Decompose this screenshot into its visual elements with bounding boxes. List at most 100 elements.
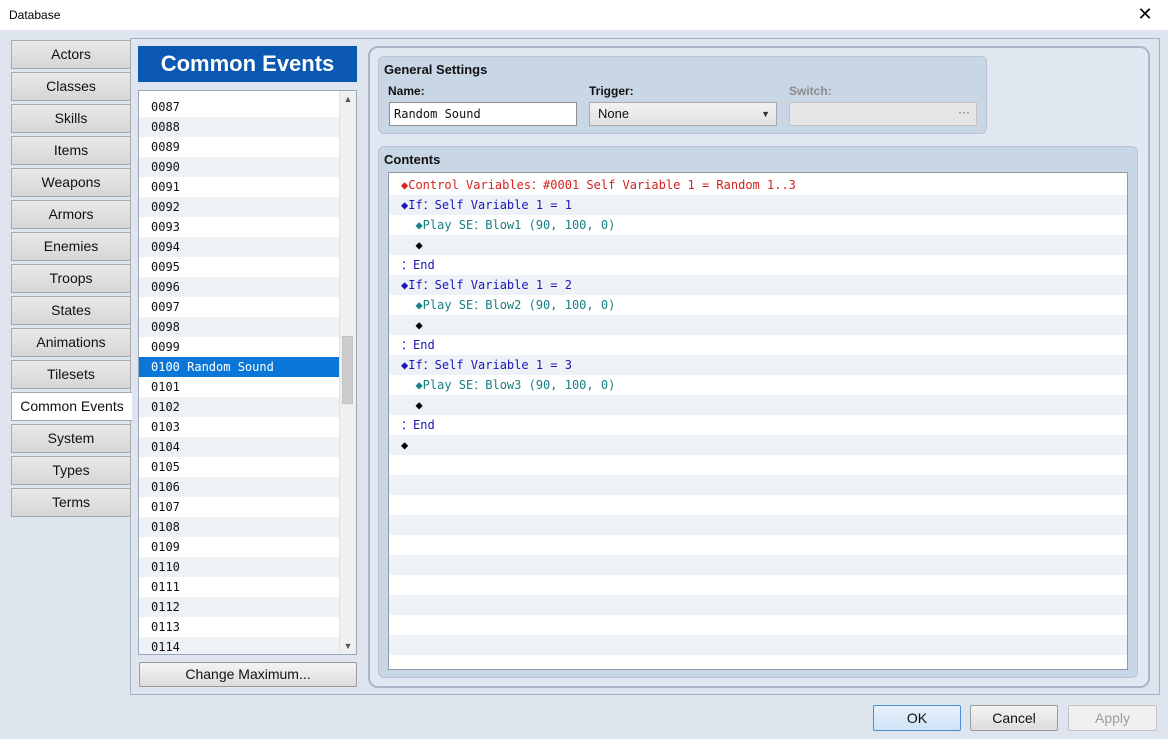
tab-actors[interactable]: Actors — [11, 40, 131, 69]
list-item[interactable]: 0091 — [139, 177, 342, 197]
list-item[interactable]: 0099 — [139, 337, 342, 357]
tab-weapons[interactable]: Weapons — [11, 168, 131, 197]
command-row[interactable] — [389, 595, 1127, 615]
tab-common-events[interactable]: Common Events — [11, 392, 132, 421]
list-item[interactable]: 0100 Random Sound — [139, 357, 342, 377]
tab-system[interactable]: System — [11, 424, 131, 453]
list-item[interactable]: 0094 — [139, 237, 342, 257]
command-row[interactable]: ◆ — [389, 435, 1127, 455]
command-list[interactable]: ◆Control Variables：#0001 Self Variable 1… — [388, 172, 1128, 670]
tab-skills[interactable]: Skills — [11, 104, 131, 133]
list-item[interactable]: 0104 — [139, 437, 342, 457]
command-row[interactable] — [389, 655, 1127, 669]
tab-terms[interactable]: Terms — [11, 488, 131, 517]
command-row[interactable]: ◆Play SE：Blow3 (90, 100, 0) — [389, 375, 1127, 395]
command-text: ：End — [401, 338, 435, 352]
list-item[interactable]: 0096 — [139, 277, 342, 297]
command-row[interactable]: ：End — [389, 255, 1127, 275]
command-text: ◆Control Variables：#0001 Self Variable 1… — [401, 178, 796, 192]
list-item[interactable]: 0105 — [139, 457, 342, 477]
list-header: Common Events — [138, 46, 357, 82]
tab-animations[interactable]: Animations — [11, 328, 131, 357]
list-item[interactable]: 0110 — [139, 557, 342, 577]
name-field[interactable]: Random Sound — [389, 102, 577, 126]
cancel-button[interactable]: Cancel — [970, 705, 1058, 731]
command-row[interactable] — [389, 535, 1127, 555]
list-item[interactable]: 0093 — [139, 217, 342, 237]
command-row[interactable]: ◆ — [389, 235, 1127, 255]
command-text: ◆Play SE：Blow2 (90, 100, 0) — [401, 298, 616, 312]
command-row[interactable]: ：End — [389, 415, 1127, 435]
list-item[interactable]: 0111 — [139, 577, 342, 597]
command-row[interactable] — [389, 555, 1127, 575]
command-text: ：End — [401, 418, 435, 432]
title-bar: Database ✕ — [0, 0, 1168, 30]
command-row[interactable]: ◆If：Self Variable 1 = 1 — [389, 195, 1127, 215]
command-row[interactable]: ◆Control Variables：#0001 Self Variable 1… — [389, 175, 1127, 195]
scroll-down-icon[interactable]: ▼ — [340, 638, 356, 654]
list-item[interactable]: 0097 — [139, 297, 342, 317]
command-row[interactable] — [389, 615, 1127, 635]
command-row[interactable]: ◆If：Self Variable 1 = 3 — [389, 355, 1127, 375]
list-item[interactable]: 0113 — [139, 617, 342, 637]
trigger-label: Trigger: — [589, 84, 634, 98]
tab-armors[interactable]: Armors — [11, 200, 131, 229]
list-item[interactable]: 0114 — [139, 637, 342, 654]
command-row[interactable]: ◆Play SE：Blow1 (90, 100, 0) — [389, 215, 1127, 235]
close-icon[interactable]: ✕ — [1122, 0, 1168, 30]
list-item[interactable]: 0107 — [139, 497, 342, 517]
list-item[interactable]: 0112 — [139, 597, 342, 617]
trigger-value: None — [598, 106, 630, 121]
list-item[interactable]: 0092 — [139, 197, 342, 217]
change-maximum-button[interactable]: Change Maximum... — [139, 662, 357, 687]
command-row[interactable] — [389, 515, 1127, 535]
command-row[interactable]: ◆If：Self Variable 1 = 2 — [389, 275, 1127, 295]
list-item[interactable]: 0090 — [139, 157, 342, 177]
list-item[interactable]: 0109 — [139, 537, 342, 557]
command-text: ◆ — [401, 238, 423, 252]
list-item[interactable]: 0088 — [139, 117, 342, 137]
list-item[interactable]: 0089 — [139, 137, 342, 157]
command-text: ◆ — [401, 398, 423, 412]
switch-browse-button: ··· — [958, 105, 970, 119]
tab-items[interactable]: Items — [11, 136, 131, 165]
command-text: ◆Play SE：Blow3 (90, 100, 0) — [401, 378, 616, 392]
general-settings-title: General Settings — [384, 62, 488, 77]
command-text: ◆If：Self Variable 1 = 1 — [401, 198, 572, 212]
command-row[interactable] — [389, 575, 1127, 595]
tab-tilesets[interactable]: Tilesets — [11, 360, 131, 389]
tab-troops[interactable]: Troops — [11, 264, 131, 293]
tab-states[interactable]: States — [11, 296, 131, 325]
list-item[interactable]: 0095 — [139, 257, 342, 277]
tab-classes[interactable]: Classes — [11, 72, 131, 101]
common-event-list[interactable]: 0087 0088 0089 0090 0091 0092 0093 0094 0095 0096… — [138, 90, 357, 655]
list-item[interactable]: 0101 — [139, 377, 342, 397]
command-text: ◆If：Self Variable 1 = 2 — [401, 278, 572, 292]
list-item[interactable]: 0098 — [139, 317, 342, 337]
command-row[interactable] — [389, 495, 1127, 515]
ok-button[interactable]: OK — [873, 705, 961, 731]
tab-types[interactable]: Types — [11, 456, 131, 485]
list-item[interactable]: 0108 — [139, 517, 342, 537]
switch-field: ··· — [789, 102, 977, 126]
list-item[interactable]: 0087 — [139, 97, 342, 117]
scroll-up-icon[interactable]: ▲ — [340, 91, 356, 107]
command-row[interactable] — [389, 475, 1127, 495]
command-row[interactable]: ◆ — [389, 315, 1127, 335]
command-text: ◆If：Self Variable 1 = 3 — [401, 358, 572, 372]
command-row[interactable]: ◆ — [389, 395, 1127, 415]
chevron-down-icon: ▼ — [761, 109, 770, 119]
tab-strip: Actors Classes Skills Items Weapons Armors Ene… — [11, 40, 132, 520]
list-item[interactable]: 0102 — [139, 397, 342, 417]
list-scrollbar[interactable]: ▲ ▼ — [339, 91, 356, 654]
command-row[interactable]: ◆Play SE：Blow2 (90, 100, 0) — [389, 295, 1127, 315]
list-item[interactable]: 0106 — [139, 477, 342, 497]
command-row[interactable]: ：End — [389, 335, 1127, 355]
scrollbar-thumb[interactable] — [342, 336, 353, 404]
tab-enemies[interactable]: Enemies — [11, 232, 131, 261]
window-title: Database — [9, 8, 61, 22]
trigger-dropdown[interactable]: None ▼ — [589, 102, 777, 126]
command-row[interactable] — [389, 455, 1127, 475]
command-row[interactable] — [389, 635, 1127, 655]
list-item[interactable]: 0103 — [139, 417, 342, 437]
